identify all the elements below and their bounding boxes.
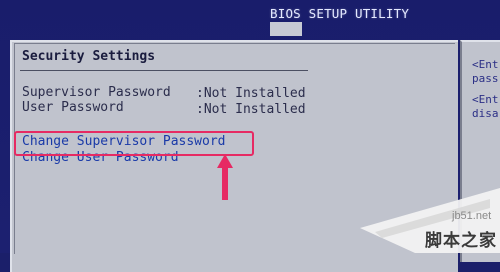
supervisor-password-status: :Not Installed [196, 86, 306, 101]
watermark-site: jb51.net [452, 210, 492, 222]
help-line: <Ent [472, 93, 499, 106]
bios-title: BIOS SETUP UTILITY [270, 6, 410, 21]
supervisor-password-label: Supervisor Password [22, 85, 171, 100]
annotation-arrow-icon [217, 154, 233, 200]
help-line: <Ent [472, 58, 499, 71]
watermark-text: 脚本之家 [425, 231, 497, 250]
user-password-status: :Not Installed [196, 102, 306, 117]
help-line: pass [472, 72, 499, 85]
divider [20, 70, 308, 71]
section-title: Security Settings [22, 49, 156, 64]
user-password-label: User Password [22, 100, 124, 115]
help-line: disa [472, 107, 499, 120]
tab-boot[interactable]: Boot [270, 22, 302, 36]
